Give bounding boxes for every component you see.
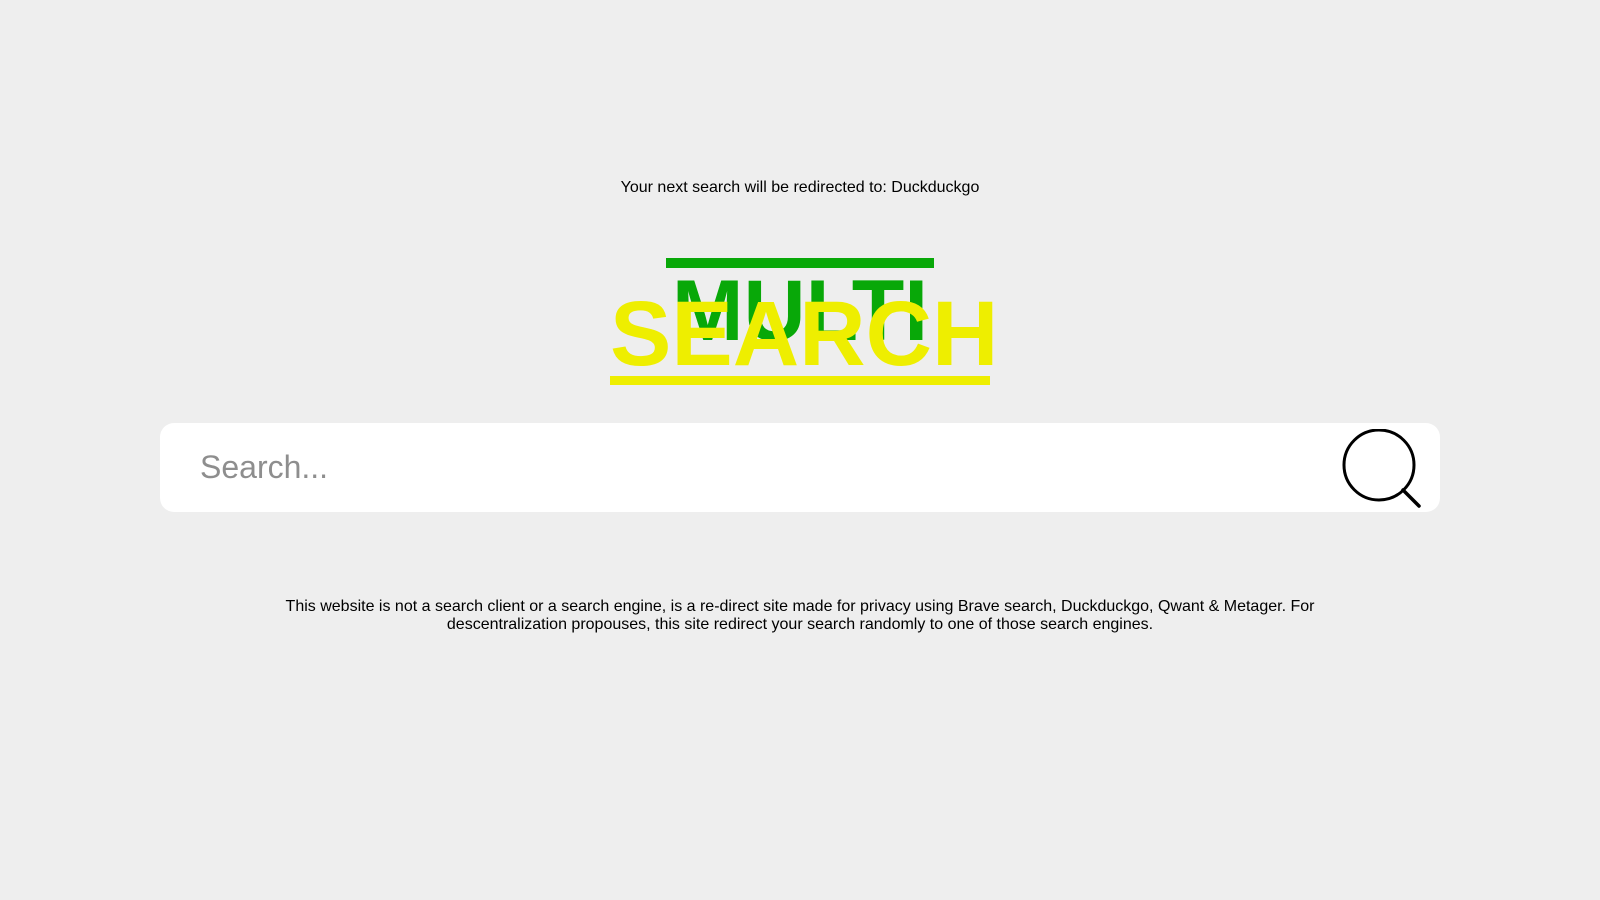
site-logo: MULTI SEARCH — [0, 250, 1600, 390]
logo-search-text: SEARCH — [610, 283, 999, 385]
search-bar — [160, 423, 1440, 512]
search-button[interactable] — [1342, 428, 1422, 509]
search-input[interactable] — [200, 423, 1300, 512]
disclaimer-text: This website is not a search client or a… — [285, 598, 1315, 633]
page: Your next search will be redirected to: … — [0, 0, 1600, 900]
search-icon — [1342, 428, 1421, 508]
redirect-notice: Your next search will be redirected to: … — [620, 179, 980, 196]
